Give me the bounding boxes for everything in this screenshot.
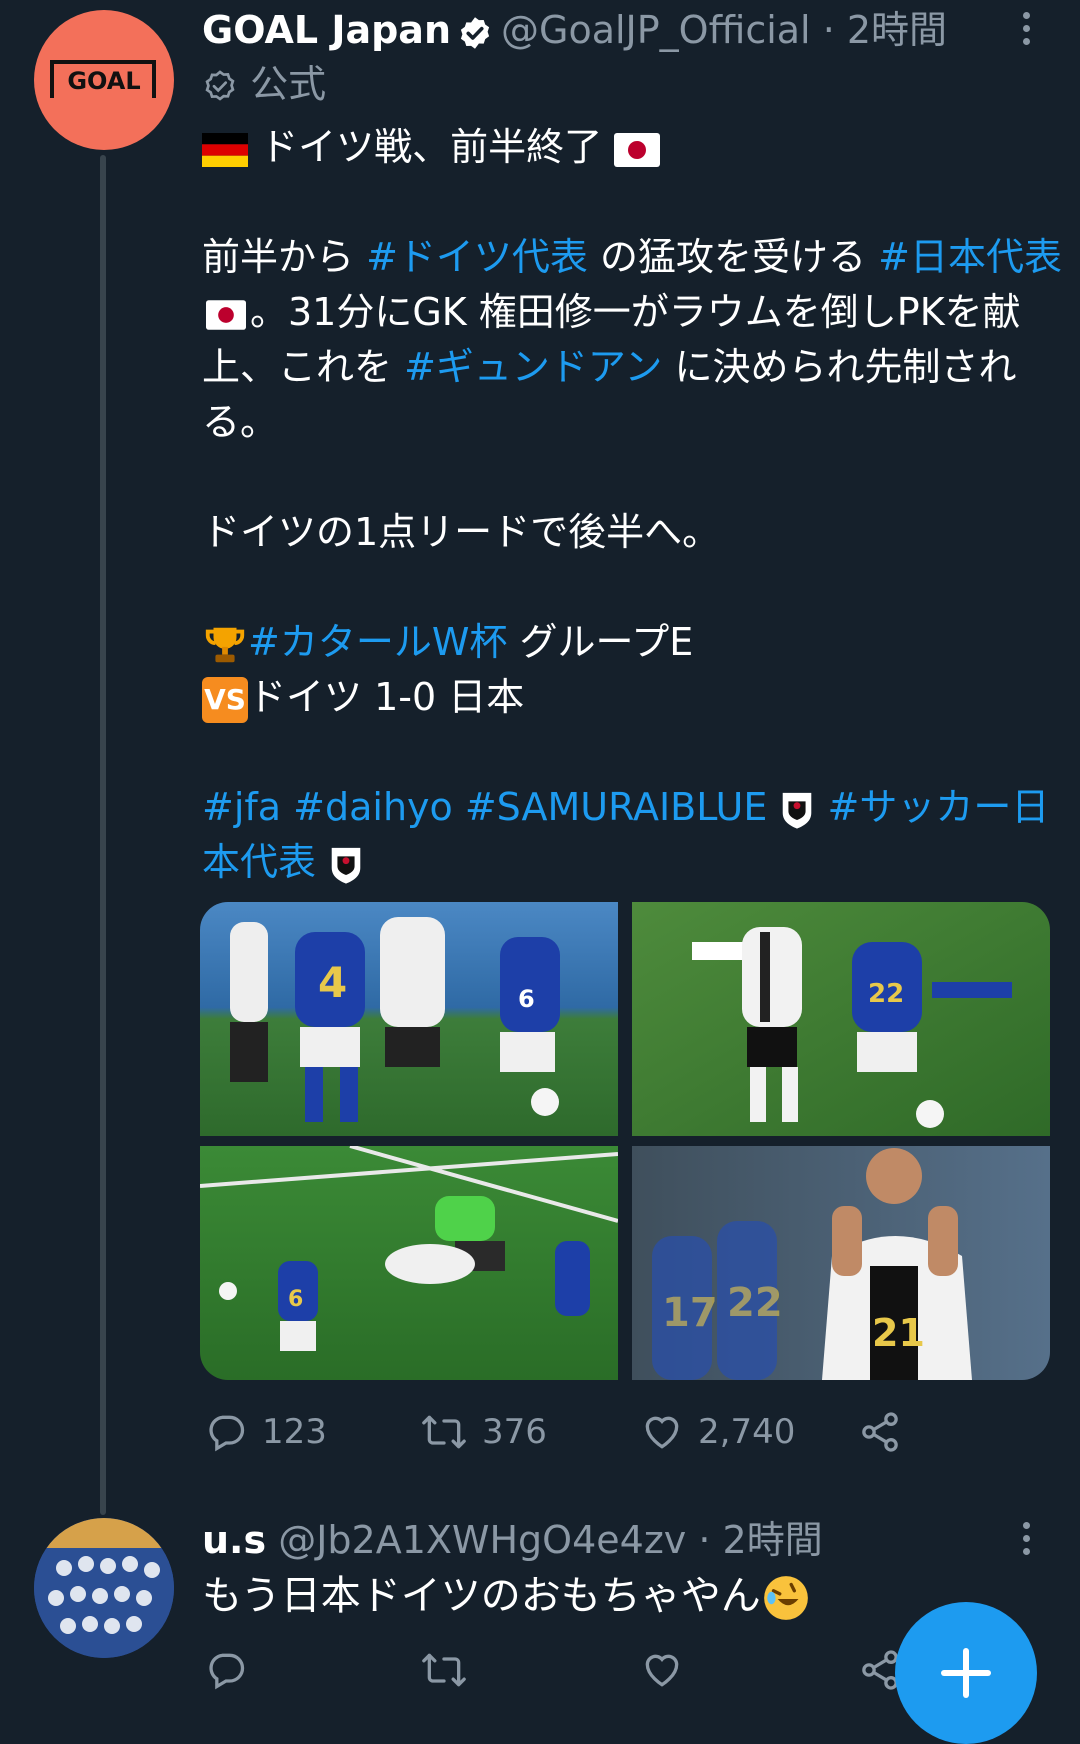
thread-connector-line (100, 155, 106, 1515)
retweet-count: 376 (482, 1412, 547, 1452)
verified-badge-icon (460, 16, 490, 49)
tweet-line-hashtags: #jfa #daihyo #SAMURAIBLUE #サッカー日本代表 (202, 780, 1062, 890)
tweet-paragraph-lead: ドイツの1点リードで後半へ。 (202, 510, 721, 554)
reply-author-handle[interactable]: @Jb2A1XWHgO4e4zv (278, 1518, 686, 1562)
tweet-line-score: VSドイツ 1-0 日本 (202, 670, 1062, 725)
reply-author-name[interactable]: u.s (202, 1518, 266, 1562)
trophy-icon (205, 627, 245, 662)
retweet-icon (422, 1653, 466, 1687)
heart-icon (645, 1416, 679, 1449)
hashtag-qatar-world-cup[interactable]: #カタールW杯 (248, 620, 507, 664)
reply-count: 123 (262, 1412, 327, 1452)
more-options-icon[interactable] (1018, 12, 1034, 52)
tweet-header: GOAL Japan @GoalJP_Official · 2時間 (202, 2, 947, 58)
reply-retweet-button[interactable] (420, 1640, 468, 1700)
compose-tweet-button[interactable] (895, 1602, 1037, 1744)
hashtag-gundogan[interactable]: #ギュンドアン (404, 345, 662, 389)
japan-flag-icon (206, 299, 246, 330)
hashtags-jfa[interactable]: #jfa #daihyo #SAMURAIBLUE (202, 785, 767, 829)
svg-text:6: 6 (288, 1287, 303, 1312)
svg-text:4: 4 (318, 958, 347, 1007)
retweet-icon (422, 1415, 466, 1449)
official-text: 公式 (250, 62, 327, 106)
hashtag-japan-team[interactable]: #日本代表 (878, 235, 1062, 279)
retweet-button[interactable]: 376 (420, 1402, 547, 1462)
germany-flag-icon (202, 132, 248, 167)
media-grid: 4 6 22 6 17 22 21 (200, 902, 1050, 1380)
reply-reply-button[interactable] (204, 1640, 248, 1700)
author-handle[interactable]: @GoalJP_Official (501, 8, 811, 52)
photo-3[interactable]: 6 (200, 1146, 618, 1380)
svg-text:17: 17 (662, 1290, 718, 1336)
share-icon (862, 1412, 898, 1452)
reply-actions (200, 1640, 960, 1700)
photo-1[interactable]: 4 6 (200, 902, 618, 1136)
tweet-time[interactable]: · 2時間 (823, 8, 947, 52)
tweet-line-title: ドイツ戦、前半終了 (202, 120, 1062, 175)
reply-like-button[interactable] (640, 1640, 684, 1700)
goal-logo: GOAL (50, 60, 158, 100)
reply-time[interactable]: · 2時間 (698, 1518, 822, 1562)
photo-2[interactable]: 22 (632, 902, 1050, 1136)
share-button[interactable] (858, 1402, 902, 1462)
reply-icon (209, 1415, 245, 1452)
author-name[interactable]: GOAL Japan (202, 8, 451, 52)
tweet-actions: 123 376 2,740 (200, 1402, 960, 1462)
reply-button[interactable]: 123 (204, 1402, 327, 1462)
official-badge-icon (205, 69, 235, 101)
jfa-emblem-icon (331, 847, 361, 884)
like-count: 2,740 (698, 1412, 796, 1452)
svg-text:22: 22 (727, 1280, 783, 1326)
hashtag-germany-team[interactable]: #ドイツ代表 (366, 235, 588, 279)
reply-header: u.s @Jb2A1XWHgO4e4zv · 2時間 (202, 1512, 823, 1568)
svg-text:22: 22 (868, 979, 904, 1009)
photo-4[interactable]: 17 22 21 (632, 1146, 1050, 1380)
reply-icon (209, 1653, 245, 1690)
vs-icon: VS (202, 676, 248, 723)
tweet-body: ドイツ戦、前半終了 前半から #ドイツ代表 の猛攻を受ける #日本代表。31分に… (202, 120, 1062, 890)
reply-author-avatar[interactable] (34, 1518, 174, 1658)
official-label: 公式 (202, 58, 326, 110)
goal-japan-avatar[interactable]: GOAL (34, 10, 174, 150)
jfa-emblem-icon (783, 792, 812, 829)
heart-icon (645, 1654, 679, 1687)
tweet-line-group: #カタールW杯 グループE (202, 615, 1062, 670)
like-button[interactable]: 2,740 (640, 1402, 795, 1462)
svg-text:6: 6 (518, 985, 535, 1013)
svg-text:21: 21 (872, 1311, 925, 1355)
reply-text: もう日本ドイツのおもちゃやん (202, 1566, 811, 1626)
rolling-laughing-emoji-icon (763, 1576, 808, 1620)
reply-more-options-icon[interactable] (1018, 1522, 1034, 1562)
japan-flag-icon (614, 132, 661, 167)
tweet-paragraph-summary: 前半から #ドイツ代表 の猛攻を受ける #日本代表。31分にGK 権田修一がラウ… (202, 235, 1062, 444)
